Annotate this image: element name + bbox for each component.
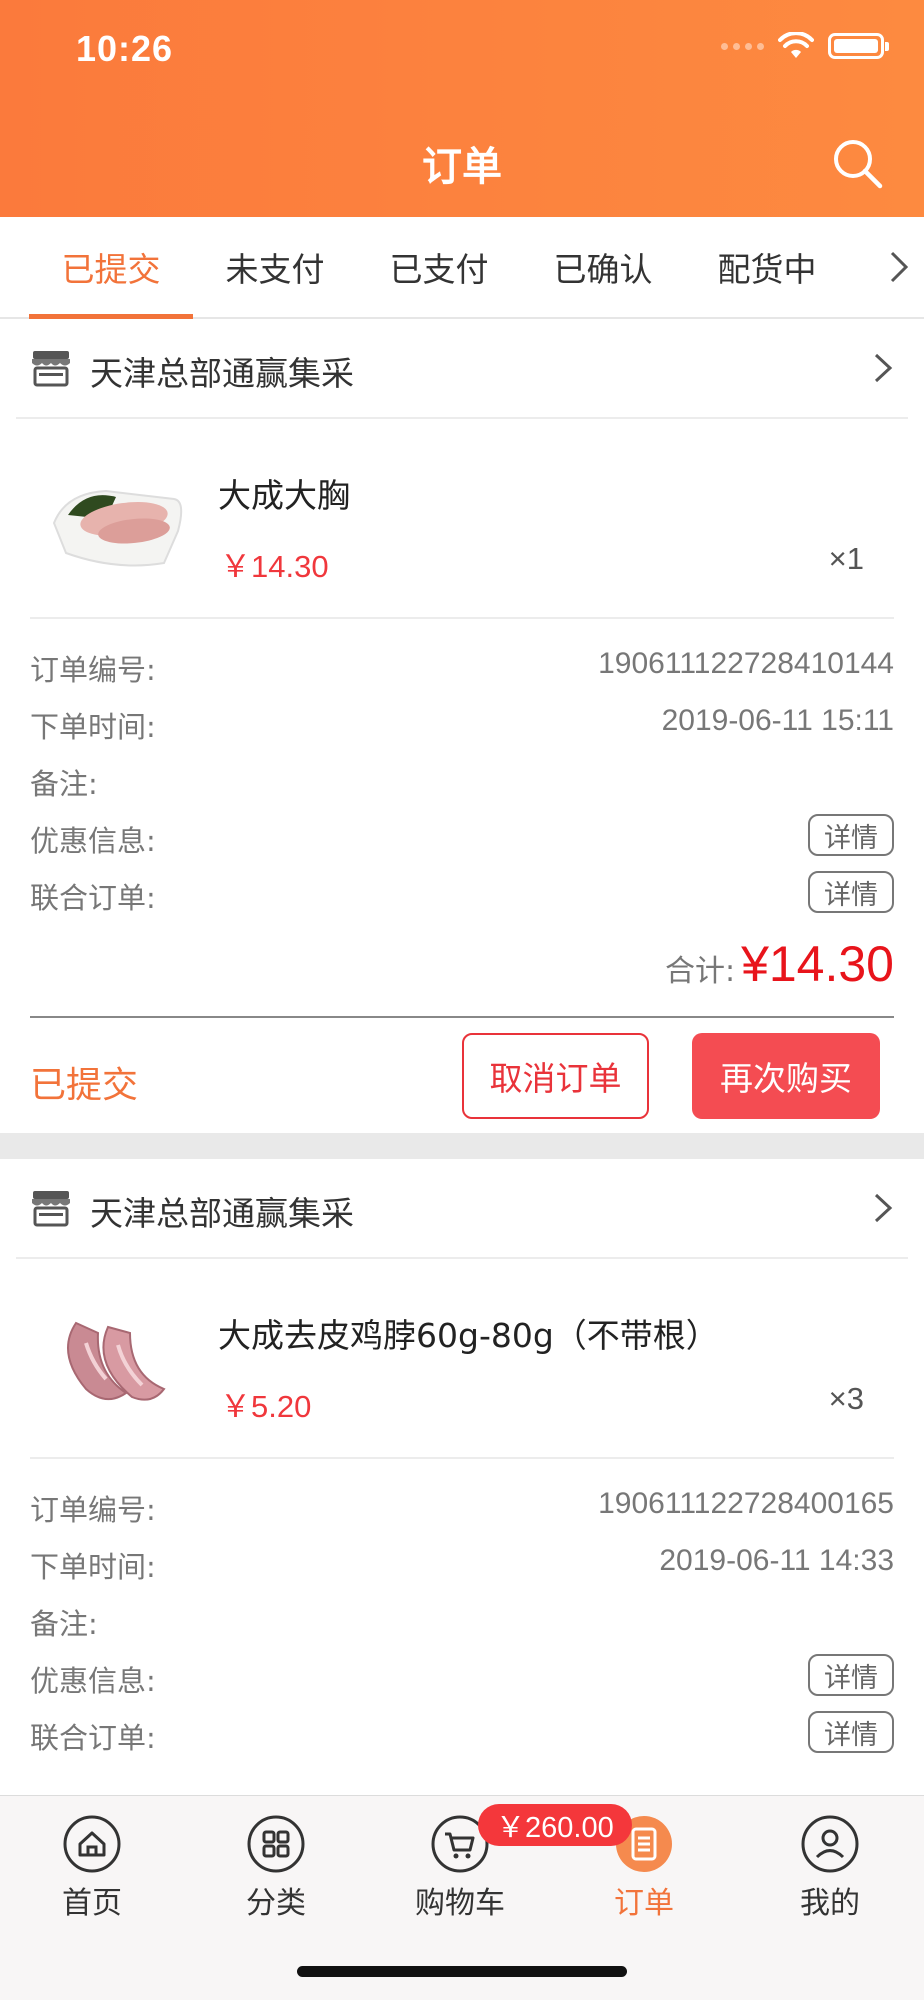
order-status: 已提交 xyxy=(30,1065,139,1106)
status-indicators xyxy=(721,32,889,60)
shop-name: 天津总部通赢集采 xyxy=(90,1194,354,1233)
nav-category[interactable]: 分类 xyxy=(216,1814,336,1922)
nav-home-label: 首页 xyxy=(62,1886,122,1921)
order-number-value: 190611122728410144 xyxy=(598,647,894,680)
rebuy-button[interactable]: 再次购买 xyxy=(692,1033,880,1119)
order-card: 天津总部通赢集采 大成去皮鸡脖60g-80g（不带根） ￥5.20 ×3 订单编… xyxy=(0,1159,924,1859)
tab-paid[interactable]: 已支付 xyxy=(357,217,521,317)
order-number-value: 190611122728400165 xyxy=(598,1487,894,1520)
tab-confirmed[interactable]: 已确认 xyxy=(521,217,685,317)
search-icon[interactable] xyxy=(830,136,884,190)
profile-icon xyxy=(801,1815,859,1873)
divider xyxy=(30,1016,894,1018)
joint-order-label: 联合订单: xyxy=(30,881,156,915)
battery-icon xyxy=(828,33,889,59)
product-image-chicken-breast xyxy=(52,489,183,567)
shop-row[interactable]: 天津总部通赢集采 xyxy=(16,319,908,419)
product-name: 大成大胸 xyxy=(218,476,350,515)
order-time-row: 下单时间: 2019-06-11 15:11 xyxy=(30,696,894,746)
order-time-value: 2019-06-11 14:33 xyxy=(659,1544,894,1577)
nav-cart-label: 购物车 xyxy=(415,1886,505,1921)
order-time-label: 下单时间: xyxy=(30,710,156,744)
grid-icon xyxy=(247,1815,305,1873)
product-row[interactable]: 大成大胸 ￥14.30 ×1 xyxy=(30,419,894,619)
product-quantity: ×1 xyxy=(828,541,864,576)
nav-category-label: 分类 xyxy=(246,1886,306,1921)
signal-icon xyxy=(721,42,764,50)
total-amount: ¥14.30 xyxy=(741,936,894,992)
product-price: ￥5.20 xyxy=(220,1389,312,1424)
store-icon xyxy=(32,1191,70,1227)
product-quantity: ×3 xyxy=(828,1381,864,1416)
remark-label: 备注: xyxy=(30,767,98,801)
product-name: 大成去皮鸡脖60g-80g（不带根） xyxy=(218,1316,719,1355)
remark-label: 备注: xyxy=(30,1607,98,1641)
discount-label: 优惠信息: xyxy=(30,824,156,858)
remark-row: 备注: xyxy=(30,1593,894,1643)
order-number-label: 订单编号: xyxy=(30,653,156,687)
discount-row: 优惠信息: 详情 xyxy=(30,1650,894,1700)
nav-orders-label: 订单 xyxy=(614,1886,674,1921)
nav-profile-label: 我的 xyxy=(800,1886,860,1921)
discount-row: 优惠信息: 详情 xyxy=(30,810,894,860)
wifi-icon xyxy=(778,32,814,58)
order-number-row: 订单编号: 190611122728410144 xyxy=(30,639,894,689)
status-time: 10:26 xyxy=(76,28,174,69)
order-total: 合计: ¥14.30 xyxy=(665,935,894,993)
order-status-tabs: 已提交 未支付 已支付 已确认 配货中 xyxy=(0,217,924,319)
header-bar: 10:26 订单 xyxy=(0,0,924,217)
order-time-row: 下单时间: 2019-06-11 14:33 xyxy=(30,1536,894,1586)
order-card: 天津总部通赢集采 大成大胸 ￥14.30 ×1 订单编号: 1906111227… xyxy=(0,319,924,1133)
order-info: 订单编号: 190611122728400165 下单时间: 2019-06-1… xyxy=(30,1479,894,1769)
cart-total-badge: ￥260.00 xyxy=(478,1804,632,1846)
discount-label: 优惠信息: xyxy=(30,1664,156,1698)
total-label: 合计: xyxy=(664,954,736,989)
nav-profile[interactable]: 我的 xyxy=(770,1814,890,1922)
product-row[interactable]: 大成去皮鸡脖60g-80g（不带根） ￥5.20 ×3 xyxy=(30,1259,894,1459)
home-icon xyxy=(63,1815,121,1873)
discount-detail-button[interactable]: 详情 xyxy=(808,814,894,856)
card-separator xyxy=(0,1133,924,1159)
order-number-label: 订单编号: xyxy=(30,1493,156,1527)
joint-order-detail-button[interactable]: 详情 xyxy=(808,1711,894,1753)
tab-distributing[interactable]: 配货中 xyxy=(685,217,849,317)
chevron-right-icon xyxy=(874,353,893,383)
joint-order-row: 联合订单: 详情 xyxy=(30,1707,894,1757)
cancel-order-button[interactable]: 取消订单 xyxy=(462,1033,649,1119)
product-price: ￥14.30 xyxy=(220,549,329,584)
home-indicator xyxy=(297,1966,627,1977)
store-icon xyxy=(32,351,70,387)
joint-order-detail-button[interactable]: 详情 xyxy=(808,871,894,913)
remark-row: 备注: xyxy=(30,753,894,803)
tab-unpaid[interactable]: 未支付 xyxy=(193,217,357,317)
order-time-value: 2019-06-11 15:11 xyxy=(661,704,894,737)
shop-row[interactable]: 天津总部通赢集采 xyxy=(16,1159,908,1259)
shop-name: 天津总部通赢集采 xyxy=(90,354,354,393)
joint-order-row: 联合订单: 详情 xyxy=(30,867,894,917)
order-time-label: 下单时间: xyxy=(30,1550,156,1584)
discount-detail-button[interactable]: 详情 xyxy=(808,1654,894,1696)
tab-submitted[interactable]: 已提交 xyxy=(29,217,193,319)
nav-home[interactable]: 首页 xyxy=(32,1814,152,1922)
order-number-row: 订单编号: 190611122728400165 xyxy=(30,1479,894,1529)
chevron-right-icon[interactable] xyxy=(884,247,914,287)
joint-order-label: 联合订单: xyxy=(30,1721,156,1755)
product-image-chicken-neck xyxy=(67,1321,166,1401)
page-title: 订单 xyxy=(422,144,502,190)
chevron-right-icon xyxy=(874,1193,893,1223)
order-info: 订单编号: 190611122728410144 下单时间: 2019-06-1… xyxy=(30,639,894,929)
